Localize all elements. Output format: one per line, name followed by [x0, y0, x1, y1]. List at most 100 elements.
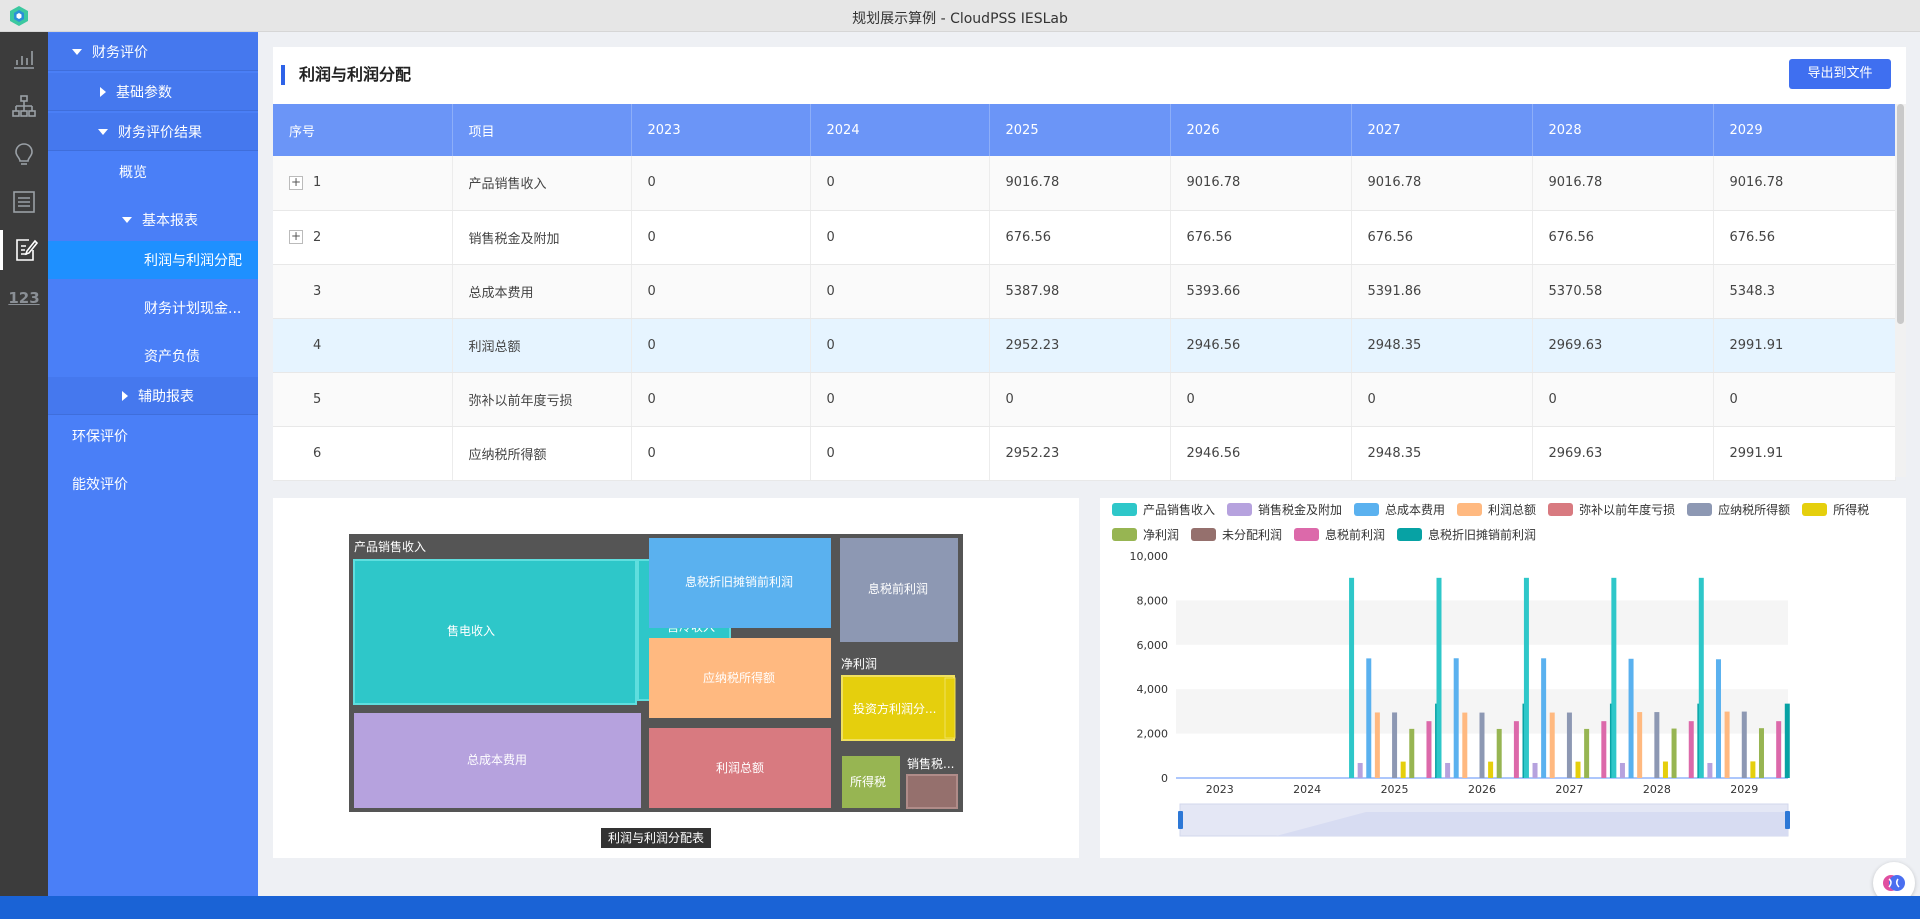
bar[interactable] — [1707, 762, 1713, 778]
treemap-node-k[interactable] — [906, 774, 958, 809]
x-tick-label: 2024 — [1293, 783, 1321, 796]
scrollbar-thumb[interactable] — [1897, 104, 1904, 324]
x-tick-label: 2028 — [1643, 783, 1671, 796]
x-tick-label: 2025 — [1381, 783, 1409, 796]
export-button[interactable]: 导出到文件 — [1789, 59, 1891, 89]
table-cell: 5 — [273, 372, 453, 427]
bar[interactable] — [1462, 712, 1468, 778]
bar[interactable] — [1532, 762, 1538, 778]
treemap-label-j: 所得税 — [850, 774, 886, 789]
table-row[interactable]: 5 弥补以前年度亏损 0 0 0 0 0 0 0 — [273, 372, 1896, 427]
table-row[interactable]: 3 总成本费用 0 0 5387.98 5393.66 5391.86 5370… — [273, 264, 1896, 319]
column-header[interactable]: 2025 — [989, 104, 1171, 156]
bar[interactable] — [1784, 703, 1790, 778]
bar[interactable] — [1349, 577, 1355, 778]
column-header[interactable]: 序号 — [273, 104, 453, 156]
bar[interactable] — [1513, 721, 1519, 778]
bar[interactable] — [1628, 658, 1634, 778]
brain-icon — [1883, 875, 1905, 891]
bar[interactable] — [1619, 762, 1625, 778]
table-cell: 销售税金及附加 — [452, 210, 632, 265]
table-cell: 0 — [810, 426, 990, 481]
bar[interactable] — [1445, 762, 1451, 778]
bar[interactable] — [1654, 712, 1660, 778]
bar[interactable] — [1758, 728, 1764, 778]
treemap-label-i: 投资方利润分... — [853, 701, 936, 716]
column-header[interactable]: 项目 — [452, 104, 632, 156]
bar[interactable] — [1575, 761, 1581, 778]
treemap-node-i2[interactable] — [944, 677, 956, 739]
expand-icon[interactable]: + — [289, 175, 303, 190]
zoom-handle-left[interactable] — [1178, 811, 1183, 829]
bar[interactable] — [1601, 721, 1607, 778]
bar[interactable] — [1662, 761, 1668, 778]
treemap-label-e: 应纳税所得额 — [703, 670, 775, 685]
bar[interactable] — [1436, 577, 1442, 778]
bar[interactable] — [1671, 728, 1677, 778]
bar[interactable] — [1366, 658, 1372, 778]
bar[interactable] — [1776, 721, 1782, 778]
nav-item-overview[interactable]: 概览 — [48, 153, 258, 191]
table-cell: 0 — [1351, 372, 1533, 427]
number-nav-button[interactable]: 123 — [0, 278, 48, 318]
table-row[interactable]: 6 应纳税所得额 0 0 2952.23 2946.56 2948.35 296… — [273, 426, 1896, 481]
chart-nav-button[interactable] — [0, 38, 48, 78]
bar[interactable] — [1479, 712, 1485, 778]
bar[interactable] — [1584, 728, 1590, 778]
nav-item-profit-distribution[interactable]: 利润与利润分配 — [48, 241, 258, 279]
column-header[interactable]: 2028 — [1532, 104, 1714, 156]
bar[interactable] — [1488, 761, 1494, 778]
topology-nav-button[interactable] — [0, 86, 48, 126]
table-cell: 5370.58 — [1532, 264, 1714, 319]
bar[interactable] — [1688, 721, 1694, 778]
idea-nav-button[interactable] — [0, 134, 48, 174]
table-cell: 0 — [810, 210, 990, 265]
report-nav-button[interactable] — [0, 230, 48, 270]
table-row[interactable]: 4 利润总额 0 0 2952.23 2946.56 2948.35 2969.… — [273, 318, 1896, 373]
nav-item-energy-efficiency[interactable]: 能效评价 — [48, 465, 258, 503]
bar[interactable] — [1541, 658, 1547, 778]
nav-item-cash-flow[interactable]: 财务计划现金... — [48, 289, 258, 327]
list-nav-button[interactable] — [0, 182, 48, 222]
nav-item-aux-reports[interactable]: 辅助报表 — [48, 377, 258, 415]
bar[interactable] — [1374, 712, 1380, 778]
bar[interactable] — [1496, 728, 1502, 778]
column-header[interactable]: 2023 — [631, 104, 811, 156]
column-header[interactable]: 2027 — [1351, 104, 1533, 156]
table-cell: 弥补以前年度亏损 — [452, 372, 632, 427]
bar[interactable] — [1409, 728, 1415, 778]
table-scrollbar[interactable] — [1895, 104, 1906, 477]
nav-item-evaluation-results[interactable]: 财务评价结果 — [48, 113, 258, 151]
bar[interactable] — [1637, 712, 1643, 778]
table-row[interactable]: +1 产品销售收入 0 0 9016.78 9016.78 9016.78 90… — [273, 156, 1896, 211]
table-cell: 5387.98 — [989, 264, 1171, 319]
nav-item-basic-reports[interactable]: 基本报表 — [48, 201, 258, 239]
bar[interactable] — [1392, 712, 1398, 778]
bar[interactable] — [1611, 577, 1617, 778]
bar[interactable] — [1750, 761, 1756, 778]
column-header[interactable]: 2029 — [1713, 104, 1896, 156]
bar[interactable] — [1549, 712, 1555, 778]
nav-item-environmental[interactable]: 环保评价 — [48, 417, 258, 455]
treemap-label-c: 总成本费用 — [467, 753, 527, 767]
bar[interactable] — [1523, 577, 1529, 778]
bar[interactable] — [1566, 712, 1572, 778]
nav-item-financial-evaluation[interactable]: 财务评价 — [48, 33, 258, 71]
column-header[interactable]: 2026 — [1170, 104, 1352, 156]
expand-icon[interactable]: + — [289, 230, 303, 244]
bar[interactable] — [1357, 762, 1363, 778]
table-row[interactable]: +2 销售税金及附加 0 0 676.56 676.56 676.56 676.… — [273, 210, 1896, 265]
zoom-handle-right[interactable] — [1785, 811, 1790, 829]
nav-item-balance-sheet[interactable]: 资产负债 — [48, 337, 258, 375]
column-header[interactable]: 2024 — [810, 104, 990, 156]
bulb-icon — [15, 143, 33, 165]
bar[interactable] — [1698, 577, 1704, 778]
nav-tree: 财务评价 基础参数 财务评价结果 概览 基本报表 利润与利润分配 财务计划现金.… — [48, 32, 258, 896]
bar[interactable] — [1426, 721, 1432, 778]
nav-item-basic-params[interactable]: 基础参数 — [48, 73, 258, 111]
bar[interactable] — [1724, 711, 1730, 778]
bar[interactable] — [1400, 761, 1406, 778]
bar[interactable] — [1453, 658, 1459, 778]
bar[interactable] — [1741, 711, 1747, 778]
bar[interactable] — [1715, 659, 1721, 778]
